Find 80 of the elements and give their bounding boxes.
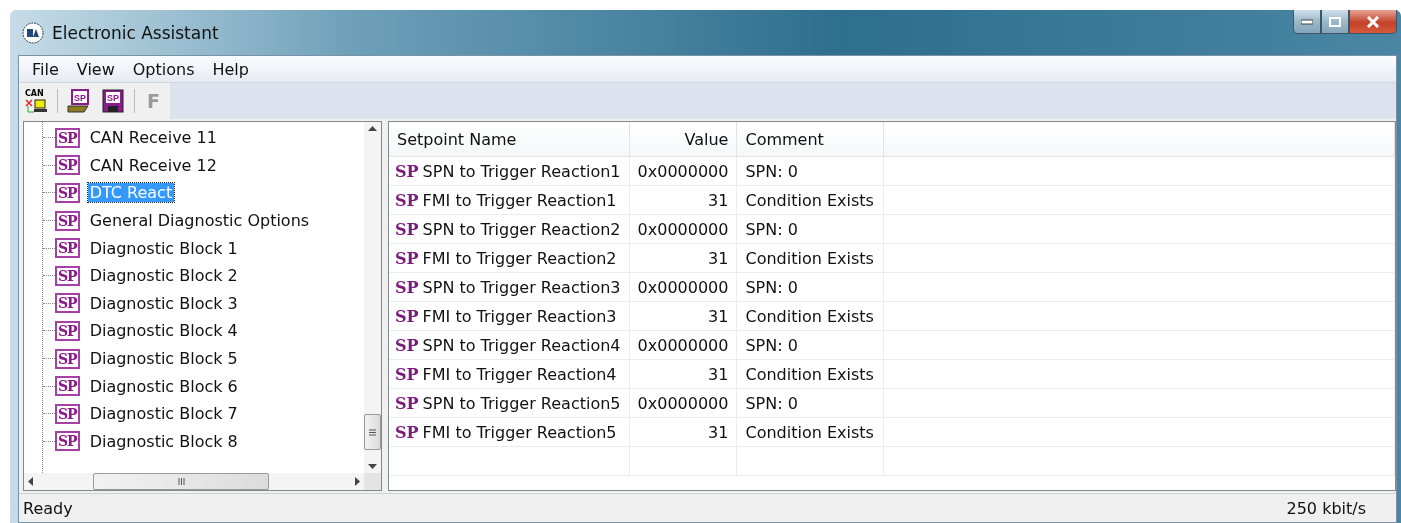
- table-cell: SP SPN to Trigger Reaction2: [389, 214, 630, 244]
- table-cell: SPN: 0: [736, 156, 884, 186]
- table-cell: SP FMI to Trigger Reaction2: [389, 243, 630, 273]
- tree-item[interactable]: Diagnostic Block 4: [87, 321, 240, 341]
- table-cell: 31: [629, 243, 737, 273]
- table-cell: SP SPN to Trigger Reaction3: [389, 272, 630, 302]
- table-cell: SP FMI to Trigger Reaction1: [389, 185, 630, 215]
- setpoint-icon: SP: [55, 238, 80, 259]
- scroll-right-icon[interactable]: [355, 477, 360, 486]
- table-cell: SPN: 0: [736, 388, 884, 418]
- table-cell: SP FMI to Trigger Reaction3: [389, 301, 630, 331]
- tree-item[interactable]: Diagnostic Block 2: [87, 266, 240, 286]
- column-header[interactable]: Value: [629, 122, 737, 157]
- menu-item[interactable]: Options: [123, 59, 204, 79]
- close-icon: [1366, 15, 1380, 28]
- tree-item[interactable]: Diagnostic Block 7: [87, 404, 240, 424]
- scrollbar-thumb[interactable]: [93, 473, 269, 490]
- setpoint-icon: SP: [55, 403, 80, 424]
- minimize-icon: [1301, 18, 1313, 25]
- menu-item[interactable]: View: [67, 59, 124, 79]
- open-setpoint-button[interactable]: SP: [66, 88, 92, 114]
- tree-item[interactable]: CAN Receive 11: [87, 128, 219, 148]
- tree-item[interactable]: Diagnostic Block 6: [87, 376, 240, 396]
- table-cell: 0x0000000: [629, 330, 737, 360]
- table-cell: SP SPN to Trigger Reaction1: [389, 156, 630, 186]
- table-cell: 0x0000000: [629, 272, 737, 302]
- tree-item[interactable]: Diagnostic Block 5: [87, 349, 240, 369]
- table-cell: Condition Exists: [736, 359, 884, 389]
- can-connect-button[interactable]: CAN: [23, 88, 49, 114]
- menu-item[interactable]: File: [23, 59, 68, 79]
- setpoint-icon: SP: [55, 265, 80, 286]
- tree-item[interactable]: Diagnostic Block 8: [87, 431, 240, 451]
- setpoint-icon: SP: [55, 127, 80, 148]
- table-cell: 0x0000000: [629, 156, 737, 186]
- table-cell: SP FMI to Trigger Reaction5: [389, 417, 630, 447]
- bitrate-label: 250 kbit/s: [1286, 498, 1366, 518]
- table-cell: 0x0000000: [629, 214, 737, 244]
- table-cell: 31: [629, 417, 737, 447]
- save-setpoint-button[interactable]: SP: [100, 88, 126, 114]
- table-cell: SPN: 0: [736, 272, 884, 302]
- scrollbar-thumb[interactable]: [364, 414, 381, 450]
- table-cell: Condition Exists: [736, 301, 884, 331]
- table-cell: SPN: 0: [736, 214, 884, 244]
- table-cell: 31: [629, 359, 737, 389]
- minimize-button[interactable]: [1293, 10, 1321, 34]
- maximize-button[interactable]: [1321, 10, 1349, 34]
- tree-item[interactable]: Diagnostic Block 1: [87, 238, 240, 258]
- table-cell: 0x0000000: [629, 388, 737, 418]
- status-message: Ready: [23, 498, 73, 518]
- window-title: Electronic Assistant: [52, 22, 219, 43]
- tree-item[interactable]: General Diagnostic Options: [87, 211, 312, 231]
- table-cell: SPN: 0: [736, 330, 884, 360]
- app-logo-icon: [22, 21, 44, 44]
- column-header[interactable]: Setpoint Name: [389, 122, 630, 157]
- column-header[interactable]: Comment: [736, 122, 884, 157]
- table-cell: SP SPN to Trigger Reaction4: [389, 330, 630, 360]
- setpoint-icon: SP: [55, 155, 80, 176]
- table-cell: 31: [629, 185, 737, 215]
- tree-item[interactable]: Diagnostic Block 3: [87, 293, 240, 313]
- setpoint-icon: SP: [55, 320, 80, 341]
- table-cell: Condition Exists: [736, 185, 884, 215]
- setpoint-icon: SP: [55, 431, 80, 452]
- scrollbar-corner: [364, 473, 381, 490]
- setpoint-icon: SP: [55, 210, 80, 231]
- setpoint-icon: SP: [55, 348, 80, 369]
- table-cell: SP SPN to Trigger Reaction5: [389, 388, 630, 418]
- scroll-down-icon[interactable]: [368, 464, 377, 469]
- table-cell: Condition Exists: [736, 417, 884, 447]
- maximize-icon: [1329, 16, 1341, 27]
- table-cell: Condition Exists: [736, 243, 884, 273]
- scroll-up-icon[interactable]: [368, 126, 377, 131]
- table-cell: 31: [629, 301, 737, 331]
- scroll-left-icon[interactable]: [28, 477, 33, 486]
- setpoint-icon: SP: [55, 293, 80, 314]
- close-button[interactable]: [1349, 10, 1397, 34]
- setpoint-icon: SP: [55, 376, 80, 397]
- tree-item[interactable]: CAN Receive 12: [87, 155, 219, 175]
- table-cell: SP FMI to Trigger Reaction4: [389, 359, 630, 389]
- setpoint-icon: SP: [55, 183, 80, 203]
- menu-item[interactable]: Help: [203, 59, 258, 79]
